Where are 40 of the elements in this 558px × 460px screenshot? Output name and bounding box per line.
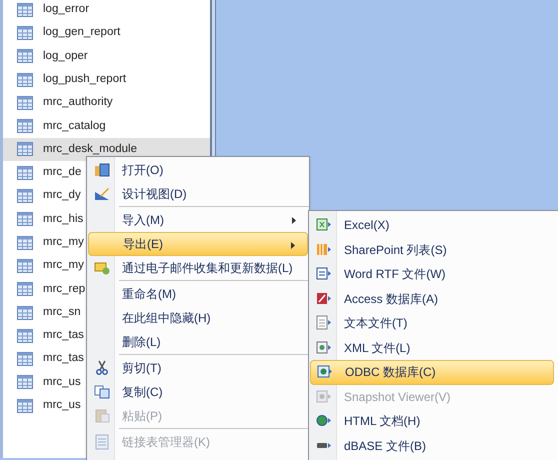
table-name: mrc_tas [43,328,84,344]
table-name: mrc_de [43,165,82,180]
table-name: mrc_catalog [43,118,106,134]
table-name: mrc_sn [43,304,81,320]
table-name: log_oper [43,48,88,64]
menu-label: 链接表管理器(K) [121,434,210,451]
menu-label: 文本文件(T) [343,315,408,332]
table-name: log_error [43,2,90,18]
menu-label: Access 数据库(A) [343,290,438,308]
table-name: mrc_us [43,374,81,390]
table-name: mrc_tas [43,351,84,366]
menu-label: 打开(O) [121,162,164,179]
menu-label: XML 文件(L) [343,340,410,357]
table-name: log_push_report [43,72,126,87]
menu-label: ODBC 数据库(C) [344,364,436,382]
menu-label: 重命名(M) [121,286,176,303]
table-name: mrc_my [43,234,84,250]
menu-label: 粘贴(P) [121,408,162,425]
menu-label: Word RTF 文件(W) [343,266,446,284]
table-name: mrc_us [43,398,81,414]
menu-label: Snapshot Viewer(V) [343,388,450,406]
table-name: mrc_desk_module [43,142,137,157]
table-name: mrc_authority [43,95,113,110]
menu-label: 复制(C) [121,384,163,401]
menu-label: SharePoint 列表(S) [343,242,447,259]
table-name: mrc_dy [43,188,81,204]
table-name: mrc_my [43,258,84,274]
table-name: mrc_his [43,212,84,227]
menu-label: 删除(L) [121,334,161,351]
table-name: log_gen_report [43,25,120,40]
menu-label: 设计视图(D) [121,186,187,203]
menu-label: 在此组中隐藏(H) [121,310,211,327]
menu-label: HTML 文档(H) [343,413,420,430]
menu-label: 通过电子邮件收集和更新数据(L) [121,260,293,277]
menu-label: 导出(E) [122,236,163,253]
table-name: mrc_rep [43,282,86,297]
menu-label: Excel(X) [343,217,390,234]
menu-label: 剪切(T) [121,360,162,377]
menu-label: 导入(M) [121,212,164,229]
menu-label: dBASE 文件(B) [343,438,426,455]
